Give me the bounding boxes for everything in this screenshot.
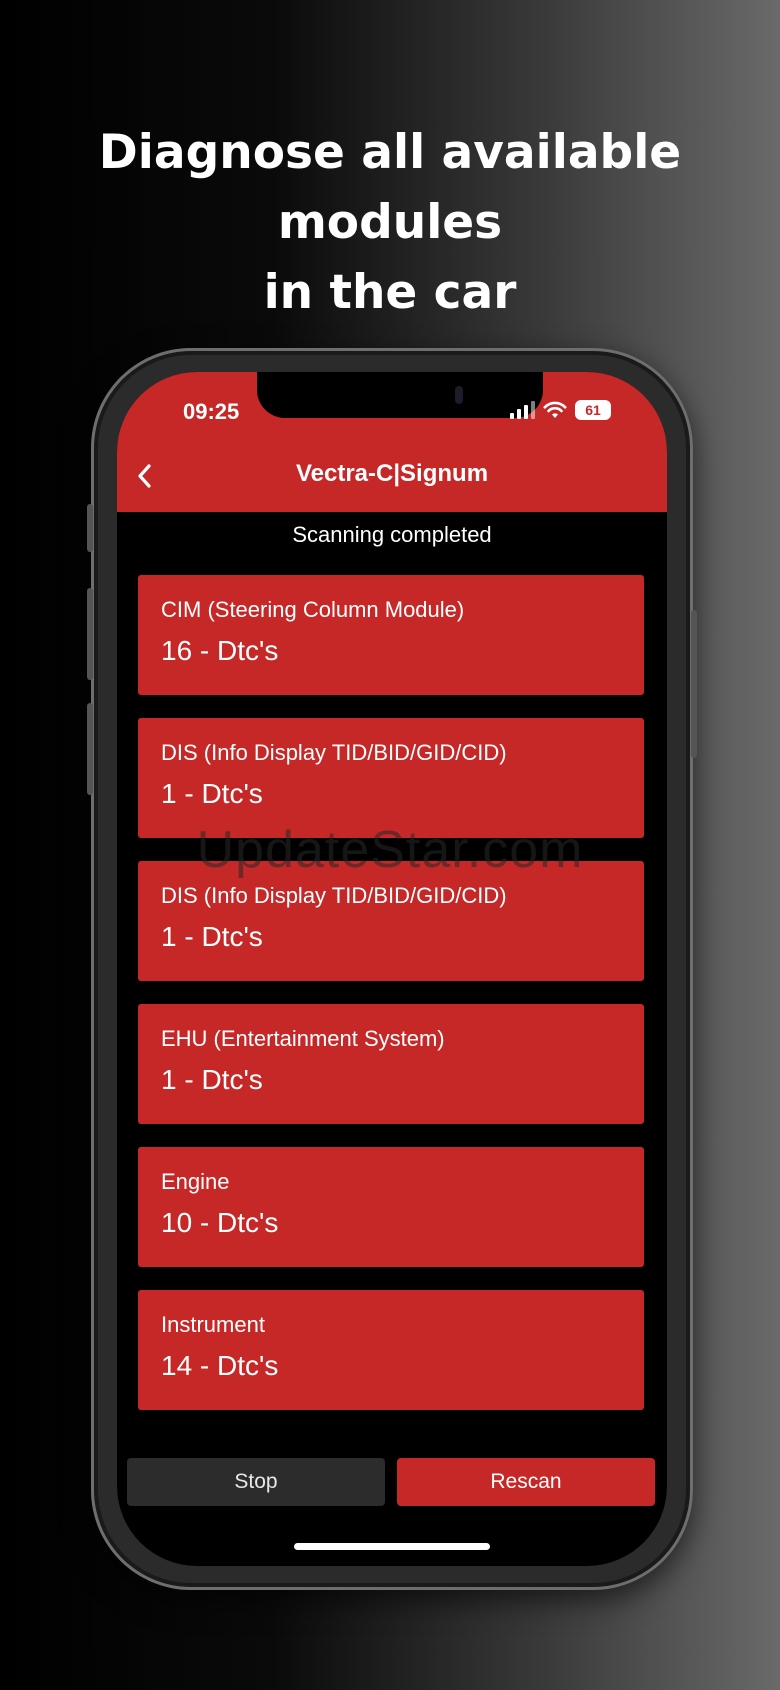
module-name: Instrument — [161, 1312, 265, 1337]
module-list: CIM (Steering Column Module) 16 - Dtc's … — [138, 575, 644, 1433]
phone-notch — [257, 372, 543, 418]
module-dtc-count: 1 - Dtc's — [161, 921, 263, 952]
wifi-icon — [543, 401, 567, 418]
app-header: 09:25 61 Vectra-C|Signum — [117, 372, 667, 512]
module-dtc-count: 10 - Dtc's — [161, 1207, 279, 1238]
phone-volume-down — [87, 703, 93, 795]
phone-frame: 09:25 61 Vectra-C|Signum Scanning comple… — [87, 348, 697, 1590]
app-title: Vectra-C|Signum — [295, 460, 489, 487]
scan-status-text: Scanning completed — [292, 522, 492, 547]
module-card[interactable]: Instrument 14 - Dtc's — [138, 1290, 644, 1410]
front-camera — [455, 386, 463, 404]
module-dtc-count: 16 - Dtc's — [161, 635, 279, 666]
headline-line-2: in the car — [263, 265, 517, 320]
module-name: Engine — [161, 1169, 230, 1194]
module-dtc-count: 1 - Dtc's — [161, 778, 263, 809]
battery-indicator: 61 — [575, 400, 611, 420]
rescan-button[interactable]: Rescan — [397, 1458, 655, 1506]
module-name: DIS (Info Display TID/BID/GID/CID) — [161, 883, 507, 908]
phone-mute-switch — [87, 504, 93, 552]
status-time: 09:25 — [183, 399, 240, 424]
module-name: CIM (Steering Column Module) — [161, 597, 465, 622]
phone-volume-up — [87, 588, 93, 680]
headline-line-1: Diagnose all available modules — [98, 125, 682, 250]
module-card[interactable]: DIS (Info Display TID/BID/GID/CID) 1 - D… — [138, 861, 644, 981]
status-icons: 61 — [509, 400, 611, 420]
home-indicator[interactable] — [294, 1543, 490, 1550]
module-dtc-count: 1 - Dtc's — [161, 1064, 263, 1095]
module-name: DIS (Info Display TID/BID/GID/CID) — [161, 740, 507, 765]
module-card[interactable]: EHU (Entertainment System) 1 - Dtc's — [138, 1004, 644, 1124]
phone-power-button — [691, 610, 697, 758]
module-card[interactable]: CIM (Steering Column Module) 16 - Dtc's — [138, 575, 644, 695]
module-card[interactable]: Engine 10 - Dtc's — [138, 1147, 644, 1267]
module-card[interactable]: DIS (Info Display TID/BID/GID/CID) 1 - D… — [138, 718, 644, 838]
app-screen: 09:25 61 Vectra-C|Signum Scanning comple… — [117, 372, 667, 1566]
stop-button[interactable]: Stop — [127, 1458, 385, 1506]
promo-headline: Diagnose all available modules in the ca… — [0, 118, 780, 328]
cellular-signal-icon — [510, 401, 535, 419]
module-dtc-count: 14 - Dtc's — [161, 1350, 279, 1381]
module-name: EHU (Entertainment System) — [161, 1026, 445, 1051]
